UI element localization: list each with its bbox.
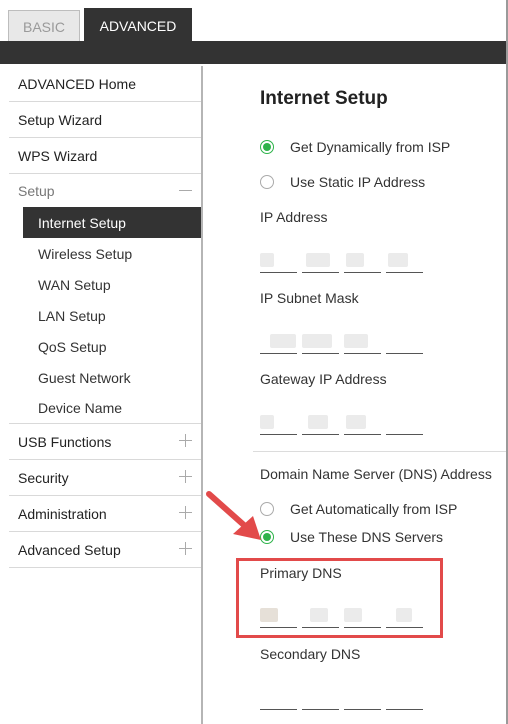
sidebar-item-label: Security	[18, 469, 69, 486]
tab-basic[interactable]: BASIC	[8, 10, 80, 42]
radio-label: Get Automatically from ISP	[290, 501, 458, 517]
sidebar-item-administration[interactable]: Administration	[9, 496, 201, 532]
sidebar-item-setup[interactable]: Setup	[9, 174, 201, 207]
sidebar-item-label: Setup	[18, 182, 55, 199]
sidebar-item-wireless-setup[interactable]: Wireless Setup	[9, 238, 201, 269]
subnet-mask-label: IP Subnet Mask	[260, 290, 359, 306]
gateway-ip-label: Gateway IP Address	[260, 371, 387, 387]
ip-address-field[interactable]	[260, 251, 423, 273]
sidebar-item-internet-setup[interactable]: Internet Setup	[23, 207, 201, 238]
sidebar-item-lan-setup[interactable]: LAN Setup	[9, 300, 201, 331]
setup-submenu: Internet Setup Wireless Setup WAN Setup …	[9, 207, 201, 424]
expand-plus-icon[interactable]	[179, 541, 193, 555]
expand-plus-icon[interactable]	[179, 433, 193, 447]
ip-octet-3[interactable]	[344, 251, 381, 273]
highlight-box	[236, 558, 443, 638]
subnet-octet-1[interactable]	[260, 332, 297, 354]
sidebar-item-label: Advanced Setup	[18, 541, 121, 558]
expand-plus-icon[interactable]	[179, 505, 193, 519]
secondary-dns-octet-4[interactable]	[386, 688, 423, 710]
ip-octet-4[interactable]	[386, 251, 423, 273]
sidebar-item-wan-setup[interactable]: WAN Setup	[9, 269, 201, 300]
secondary-dns-octet-2[interactable]	[302, 688, 339, 710]
tab-advanced[interactable]: ADVANCED	[84, 8, 192, 42]
sidebar-item-setup-wizard[interactable]: Setup Wizard	[9, 102, 201, 138]
gateway-octet-3[interactable]	[344, 413, 381, 435]
gateway-ip-field[interactable]	[260, 413, 423, 435]
radio-label: Get Dynamically from ISP	[290, 139, 451, 155]
red-arrow-icon	[206, 491, 261, 540]
secondary-dns-octet-1[interactable]	[260, 688, 297, 710]
gateway-octet-4[interactable]	[386, 413, 423, 435]
radio-use-these-dns[interactable]: Use These DNS Servers	[260, 529, 443, 545]
radio-label: Use Static IP Address	[290, 174, 426, 190]
page-title: Internet Setup	[260, 88, 388, 109]
radio-unselected-icon[interactable]	[260, 175, 274, 189]
sidebar-item-qos-setup[interactable]: QoS Setup	[9, 331, 201, 362]
ip-address-label: IP Address	[260, 209, 328, 225]
radio-get-dynamically[interactable]: Get Dynamically from ISP	[260, 139, 450, 155]
subnet-octet-2[interactable]	[302, 332, 339, 354]
sidebar-item-security[interactable]: Security	[9, 460, 201, 496]
sidebar-item-usb-functions[interactable]: USB Functions	[9, 424, 201, 460]
section-divider	[253, 451, 506, 452]
sidebar-item-device-name[interactable]: Device Name	[9, 393, 201, 424]
gateway-octet-1[interactable]	[260, 413, 297, 435]
sidebar-item-label: Administration	[18, 505, 107, 522]
sidebar-item-wps-wizard[interactable]: WPS Wizard	[9, 138, 201, 174]
ip-octet-1[interactable]	[260, 251, 297, 273]
gateway-octet-2[interactable]	[302, 413, 339, 435]
collapse-minus-icon[interactable]	[179, 183, 193, 197]
sidebar-item-advanced-home[interactable]: ADVANCED Home	[9, 66, 201, 102]
ip-octet-2[interactable]	[302, 251, 339, 273]
tab-header: BASIC ADVANCED	[0, 0, 508, 64]
sidebar: ADVANCED Home Setup Wizard WPS Wizard Se…	[9, 66, 201, 568]
tab-bar	[0, 41, 508, 64]
expand-plus-icon[interactable]	[179, 469, 193, 483]
subnet-octet-3[interactable]	[344, 332, 381, 354]
subnet-octet-4[interactable]	[386, 332, 423, 354]
radio-get-automatically[interactable]: Get Automatically from ISP	[260, 501, 457, 517]
radio-label: Use These DNS Servers	[290, 529, 444, 545]
sidebar-item-advanced-setup[interactable]: Advanced Setup	[9, 532, 201, 568]
sidebar-item-label: USB Functions	[18, 433, 112, 450]
secondary-dns-octet-3[interactable]	[344, 688, 381, 710]
sidebar-item-guest-network[interactable]: Guest Network	[9, 362, 201, 393]
radio-use-static-ip[interactable]: Use Static IP Address	[260, 174, 425, 190]
dns-section-label: Domain Name Server (DNS) Address	[260, 466, 492, 482]
radio-selected-icon[interactable]	[260, 140, 274, 154]
subnet-mask-field[interactable]	[260, 332, 423, 354]
secondary-dns-label: Secondary DNS	[260, 646, 361, 662]
secondary-dns-field[interactable]	[260, 688, 423, 710]
